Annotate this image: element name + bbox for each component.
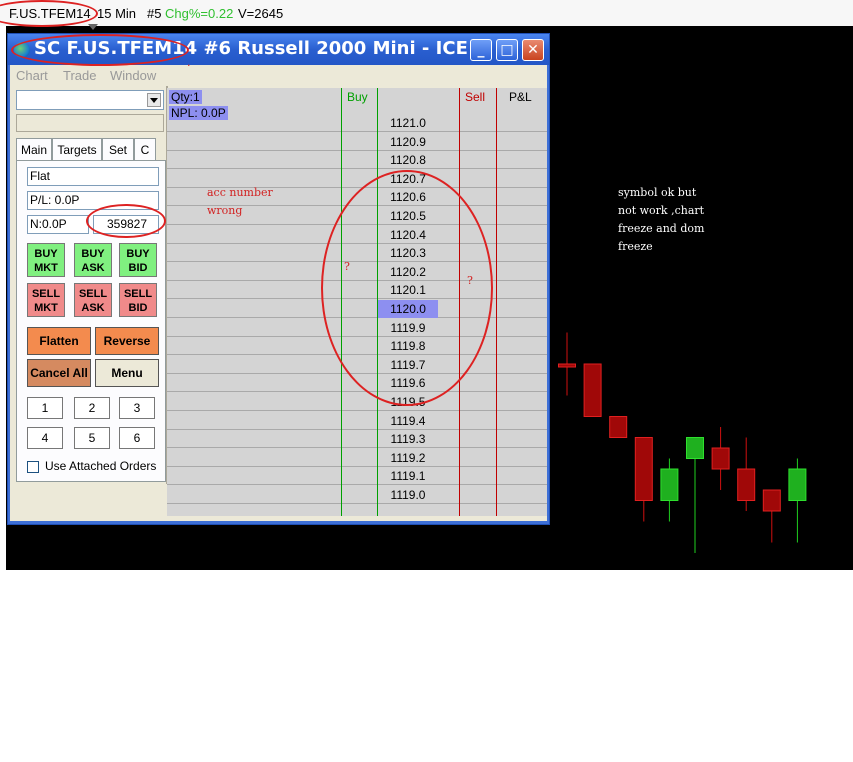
dom-row[interactable]: 1119.5 bbox=[167, 393, 547, 411]
dom-row[interactable]: 1121.0 bbox=[167, 114, 547, 132]
menu-trade[interactable]: Trade bbox=[63, 68, 96, 83]
annotation-acc-line1: acc number bbox=[207, 186, 273, 199]
candle-body bbox=[686, 437, 704, 459]
note-line: freeze bbox=[618, 240, 653, 253]
dom-price: 1119.0 bbox=[390, 488, 426, 502]
dom-price: 1119.1 bbox=[390, 469, 426, 484]
tab-set[interactable]: Set bbox=[102, 138, 134, 160]
btn-line: MKT bbox=[34, 262, 58, 274]
minimize-button[interactable]: _ bbox=[470, 39, 492, 61]
tab-targets[interactable]: Targets bbox=[52, 138, 102, 160]
window-client: Main Targets Set C Flat P/L: 0.0P N:0.0P… bbox=[10, 86, 547, 521]
cancel-all-button[interactable]: Cancel All bbox=[27, 359, 91, 387]
position-field: Flat bbox=[27, 167, 159, 186]
btn-line: ASK bbox=[81, 262, 105, 274]
btn-line: SELL bbox=[31, 288, 61, 300]
dom-row[interactable]: 1119.1 bbox=[167, 467, 547, 486]
qty-button-2[interactable]: 2 bbox=[74, 397, 110, 419]
btn-line: BUY bbox=[81, 248, 105, 260]
dom-row[interactable]: 1119.4 bbox=[167, 412, 547, 430]
note-line: not work ,chart bbox=[618, 204, 705, 217]
annotation-acc-line2: wrong bbox=[207, 204, 243, 217]
maximize-button[interactable]: □ bbox=[496, 39, 518, 61]
qty-button-1[interactable]: 1 bbox=[27, 397, 63, 419]
use-attached-orders-label: Use Attached Orders bbox=[45, 459, 157, 473]
qty-button-5[interactable]: 5 bbox=[74, 427, 110, 449]
btn-line: ASK bbox=[81, 302, 105, 314]
dom-col-sell: Sell bbox=[465, 90, 486, 104]
sell-ask-button[interactable]: SELL ASK bbox=[74, 283, 112, 317]
close-button[interactable]: ✕ bbox=[522, 39, 544, 61]
chevron-down-icon[interactable] bbox=[147, 93, 161, 107]
tab-main[interactable]: Main bbox=[16, 138, 52, 160]
annotation-ellipse-account bbox=[86, 204, 166, 238]
dom-row[interactable]: 1119.2 bbox=[167, 449, 547, 467]
candle-body bbox=[711, 447, 730, 470]
btn-line: BID bbox=[128, 262, 148, 274]
chart-note: symbol ok but not work ,chart freeze and… bbox=[618, 184, 704, 256]
dom-qty-label: Qty:1 bbox=[169, 90, 202, 104]
btn-line: BUY bbox=[126, 248, 150, 260]
dom-row[interactable]: 1120.8 bbox=[167, 151, 547, 170]
annotation-dot: . bbox=[187, 56, 191, 69]
candle-body bbox=[660, 468, 679, 501]
buy-market-button[interactable]: BUY MKT bbox=[27, 243, 65, 277]
dom-price: 1120.8 bbox=[390, 153, 426, 168]
candle-body bbox=[634, 437, 653, 501]
candle-body bbox=[558, 363, 576, 368]
candle-body bbox=[583, 363, 602, 417]
dom-col-pl: P&L bbox=[509, 90, 532, 104]
dom-col-buy: Buy bbox=[347, 90, 368, 104]
flatten-button[interactable]: Flatten bbox=[27, 327, 91, 355]
annotation-ellipse-dom bbox=[321, 170, 493, 406]
n-field: N:0.0P bbox=[27, 215, 89, 234]
trade-panel: Main Targets Set C Flat P/L: 0.0P N:0.0P… bbox=[10, 86, 168, 484]
candle-body bbox=[762, 489, 781, 512]
dom-window: SC F.US.TFEM14 #6 Russell 2000 Mini - IC… bbox=[7, 33, 550, 525]
sell-bid-button[interactable]: SELL BID bbox=[119, 283, 157, 317]
btn-line: BUY bbox=[34, 248, 58, 260]
dom-price: 1120.9 bbox=[390, 134, 426, 149]
dom-row[interactable]: 1119.0 bbox=[167, 486, 547, 504]
account-dropdown[interactable] bbox=[16, 90, 164, 110]
btn-line: MKT bbox=[34, 302, 58, 314]
note-line: symbol ok but bbox=[618, 186, 697, 199]
annotation-ellipse-title bbox=[11, 34, 189, 66]
sell-market-button[interactable]: SELL MKT bbox=[27, 283, 65, 317]
tab-strip: Main Targets Set C bbox=[16, 138, 166, 160]
btn-line: SELL bbox=[123, 288, 153, 300]
dom-row[interactable]: 1119.3 bbox=[167, 430, 547, 449]
dom-price: 1119.2 bbox=[390, 450, 426, 465]
reverse-button[interactable]: Reverse bbox=[95, 327, 159, 355]
note-line: freeze and dom bbox=[618, 222, 705, 235]
qty-button-3[interactable]: 3 bbox=[119, 397, 155, 419]
btn-line: SELL bbox=[78, 288, 108, 300]
qty-button-6[interactable]: 6 bbox=[119, 427, 155, 449]
menu-chart[interactable]: Chart bbox=[16, 68, 48, 83]
dom-price: 1119.4 bbox=[390, 413, 426, 428]
btn-line: BID bbox=[128, 302, 148, 314]
candle-body bbox=[737, 468, 756, 501]
qty-button-4[interactable]: 4 bbox=[27, 427, 63, 449]
menu-window[interactable]: Window bbox=[110, 68, 156, 83]
status-field bbox=[16, 114, 164, 132]
candle-body bbox=[609, 416, 628, 438]
tab-c[interactable]: C bbox=[134, 138, 156, 160]
dom-ladder[interactable]: Qty:1 NPL: 0.0P Buy Sell P&L 1121.0 1120.… bbox=[167, 88, 547, 516]
dom-price: 1119.3 bbox=[390, 432, 426, 447]
menu-button[interactable]: Menu bbox=[95, 359, 159, 387]
use-attached-orders-checkbox[interactable] bbox=[27, 461, 39, 473]
pl-column-divider bbox=[496, 88, 497, 516]
buy-bid-button[interactable]: BUY BID bbox=[119, 243, 157, 277]
dom-row[interactable]: 1120.9 bbox=[167, 133, 547, 151]
buy-ask-button[interactable]: BUY ASK bbox=[74, 243, 112, 277]
menu-bar: Chart Trade Window bbox=[10, 65, 547, 86]
candle-body bbox=[788, 468, 807, 501]
dom-price: 1121.0 bbox=[390, 116, 426, 130]
